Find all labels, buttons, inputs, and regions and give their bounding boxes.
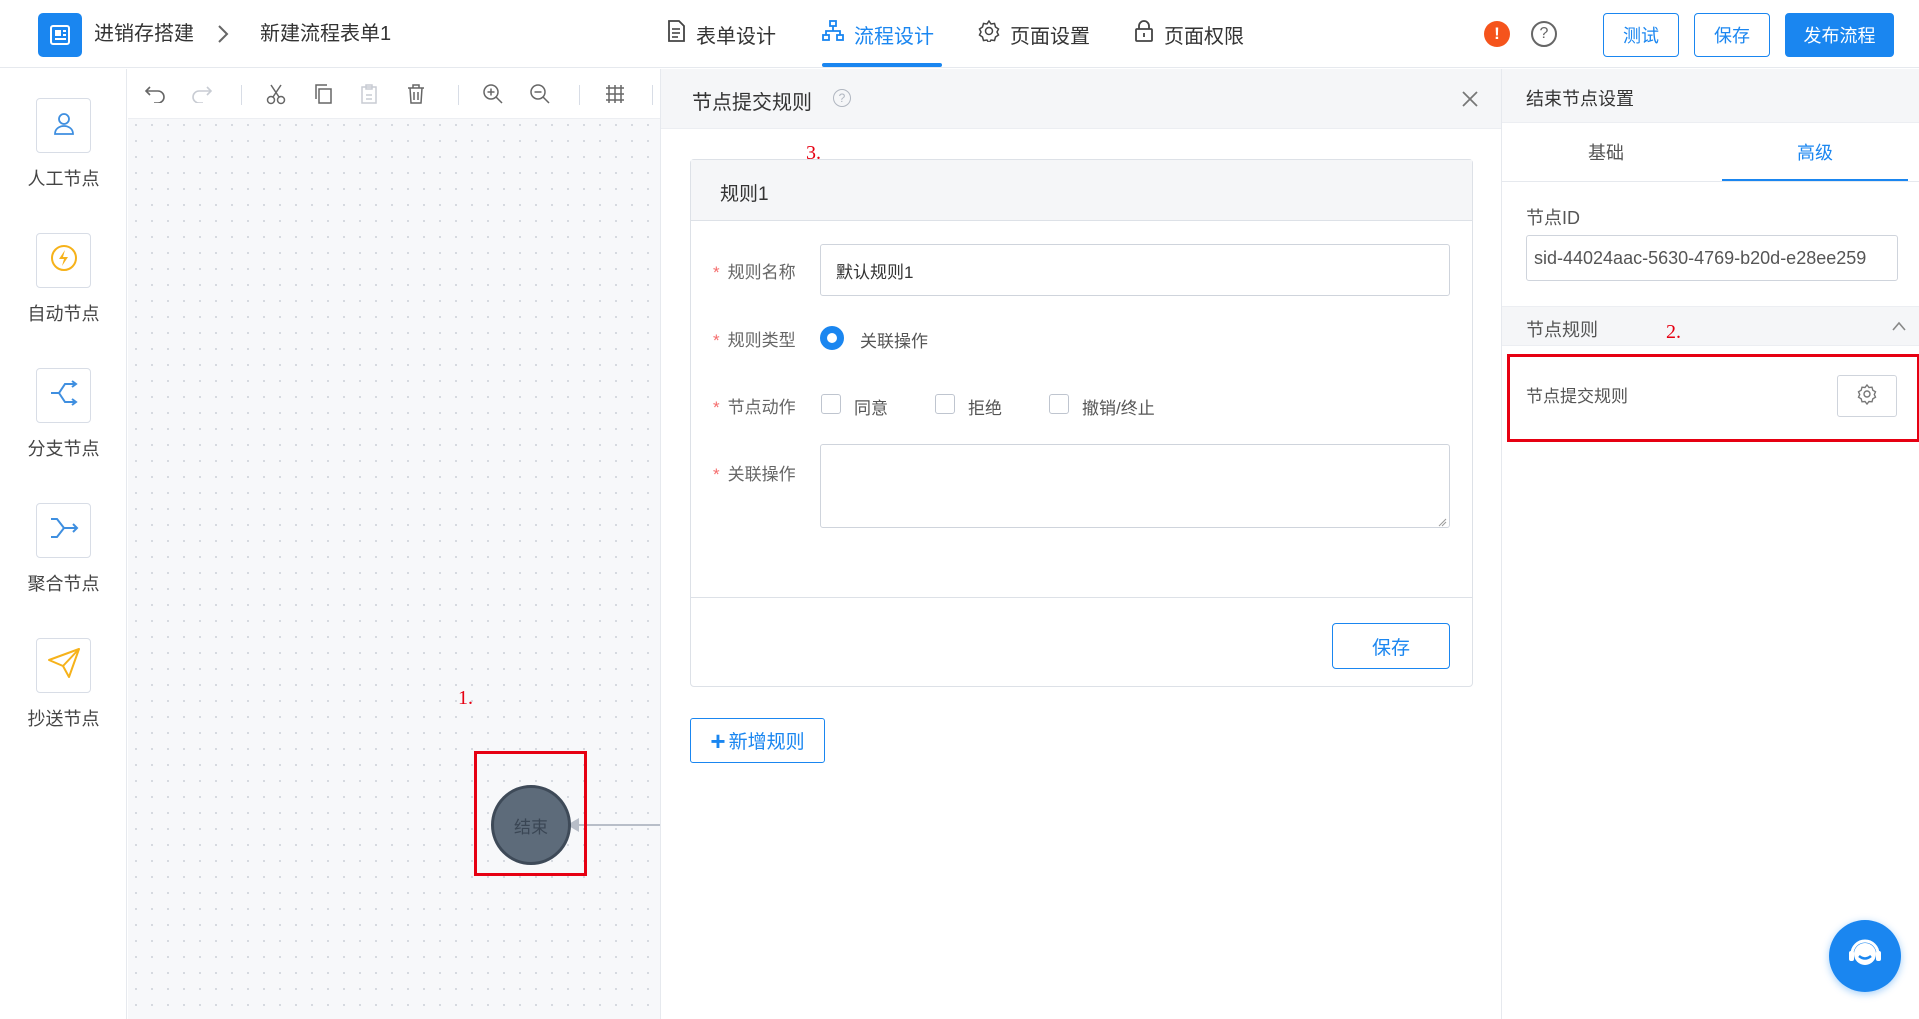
node-rules-title: 节点规则 — [1526, 320, 1598, 340]
flow-canvas[interactable] — [128, 69, 660, 1019]
rule-type-option-label: 关联操作 — [860, 332, 928, 351]
palette-label: 聚合节点 — [27, 574, 100, 594]
related-op-label: * 关联操作 — [713, 465, 796, 484]
tab-page-permissions[interactable]: 页面权限 — [1134, 0, 1244, 68]
annotation-label-2: 2. — [1666, 321, 1681, 343]
rule-save-button[interactable]: 保存 — [1332, 623, 1450, 669]
tab-process-design[interactable]: 流程设计 — [822, 0, 934, 68]
action-agree-label: 同意 — [854, 399, 888, 418]
toolbar-divider — [652, 85, 653, 105]
cut-icon[interactable] — [264, 82, 288, 106]
publish-button[interactable]: 发布流程 — [1785, 13, 1894, 57]
active-tab-indicator — [822, 63, 942, 67]
rule-card: 规则1 * 规则名称 默认规则1 * 规则类型 关联操作 * 节点动作 同意 拒绝 撤… — [690, 159, 1473, 687]
branch-icon — [49, 379, 79, 412]
palette-item-merge[interactable] — [36, 503, 91, 558]
lightning-icon — [49, 243, 79, 278]
lock-icon — [1134, 20, 1154, 48]
node-rules-section-header[interactable]: 节点规则 — [1502, 306, 1919, 346]
copy-icon[interactable] — [311, 82, 335, 106]
toolbar-divider — [579, 85, 580, 105]
rule-panel-title: 节点提交规则 — [692, 92, 812, 114]
action-revoke-label: 撤销/终止 — [1082, 399, 1155, 418]
tab-label: 页面设置 — [1010, 25, 1090, 48]
tab-label: 页面权限 — [1164, 25, 1244, 48]
org-chart-icon — [822, 20, 844, 48]
node-palette: 人工节点 自动节点 分支节点 聚合节点 抄送节点 — [0, 69, 127, 1019]
annotation-box-1 — [474, 751, 587, 876]
rule-title: 规则1 — [720, 184, 769, 205]
undo-icon[interactable] — [143, 82, 167, 106]
document-icon — [666, 20, 686, 48]
rule-type-label: * 规则类型 — [713, 331, 796, 350]
tab-advanced[interactable]: 高级 — [1722, 123, 1908, 181]
zoom-in-icon[interactable] — [481, 82, 505, 106]
annotation-label-1: 1. — [458, 687, 473, 709]
breadcrumb-app[interactable]: 进销存搭建 — [94, 22, 194, 46]
chevron-right-icon — [216, 24, 230, 49]
tab-divider — [1502, 181, 1919, 182]
grid-icon[interactable] — [603, 82, 627, 106]
resize-handle-icon[interactable] — [1437, 514, 1447, 532]
delete-icon[interactable] — [404, 82, 428, 106]
related-op-textarea[interactable] — [820, 444, 1450, 528]
gear-icon — [978, 19, 1000, 48]
breadcrumb-page[interactable]: 新建流程表单1 — [260, 22, 391, 46]
rule-name-label: * 规则名称 — [713, 263, 796, 282]
rule-card-header: 规则1 — [691, 160, 1472, 221]
headset-icon — [1845, 934, 1885, 979]
rule-type-radio[interactable] — [820, 326, 844, 350]
alert-icon[interactable]: ! — [1484, 21, 1510, 47]
close-icon[interactable] — [1460, 89, 1480, 114]
customer-service-button[interactable] — [1829, 920, 1901, 992]
rule-name-input[interactable]: 默认规则1 — [820, 244, 1450, 296]
canvas-toolbar — [128, 69, 660, 119]
action-revoke-checkbox[interactable] — [1049, 394, 1069, 414]
right-panel-title: 结束节点设置 — [1526, 89, 1634, 109]
annotation-box-2 — [1507, 354, 1919, 442]
add-rule-label: 新增规则 — [728, 732, 805, 753]
palette-label: 人工节点 — [27, 169, 100, 189]
app-logo-icon[interactable] — [38, 13, 82, 57]
chevron-up-icon[interactable] — [1891, 319, 1907, 337]
help-icon[interactable]: ? — [833, 89, 851, 107]
top-header: 进销存搭建 新建流程表单1 表单设计 流程设计 页面设置 页面权限 ! ? 测试… — [0, 0, 1919, 68]
end-node-settings-panel: 结束节点设置 基础 高级 节点ID sid-44024aac-5630-4769… — [1501, 69, 1919, 1019]
toolbar-divider — [241, 85, 242, 105]
zoom-out-icon[interactable] — [528, 82, 552, 106]
paste-icon[interactable] — [357, 82, 381, 106]
palette-item-branch[interactable] — [36, 368, 91, 423]
palette-item-manual[interactable] — [36, 98, 91, 153]
tab-page-settings[interactable]: 页面设置 — [978, 0, 1090, 68]
tab-form-design[interactable]: 表单设计 — [666, 0, 776, 68]
tab-basic[interactable]: 基础 — [1502, 123, 1710, 181]
merge-icon — [49, 514, 79, 547]
rule-panel-header: 节点提交规则 ? — [661, 69, 1501, 129]
action-agree-checkbox[interactable] — [821, 394, 841, 414]
right-panel-header: 结束节点设置 — [1502, 69, 1919, 123]
paper-plane-icon — [47, 647, 81, 684]
palette-item-auto[interactable] — [36, 233, 91, 288]
help-icon[interactable]: ? — [1531, 21, 1557, 47]
palette-item-cc[interactable] — [36, 638, 91, 693]
toolbar-divider — [458, 85, 459, 105]
test-button[interactable]: 测试 — [1603, 13, 1679, 57]
save-button[interactable]: 保存 — [1694, 13, 1770, 57]
add-rule-button[interactable]: + 新增规则 — [690, 718, 825, 763]
card-divider — [691, 597, 1472, 598]
tab-label: 表单设计 — [696, 25, 776, 48]
redo-icon[interactable] — [190, 82, 214, 106]
action-reject-checkbox[interactable] — [935, 394, 955, 414]
user-icon — [50, 109, 78, 142]
palette-label: 抄送节点 — [27, 709, 100, 729]
plus-icon: + — [710, 725, 726, 756]
palette-label: 分支节点 — [27, 439, 100, 459]
node-id-input[interactable]: sid-44024aac-5630-4769-b20d-e28ee259 — [1526, 235, 1898, 281]
node-id-label: 节点ID — [1526, 208, 1580, 228]
tab-label: 流程设计 — [854, 25, 934, 48]
action-reject-label: 拒绝 — [968, 399, 1002, 418]
submit-rule-panel: 节点提交规则 ? 3. 规则1 * 规则名称 默认规则1 * 规则类型 关联操作 *… — [660, 69, 1501, 1019]
node-action-label: * 节点动作 — [713, 398, 796, 417]
palette-label: 自动节点 — [27, 304, 100, 324]
